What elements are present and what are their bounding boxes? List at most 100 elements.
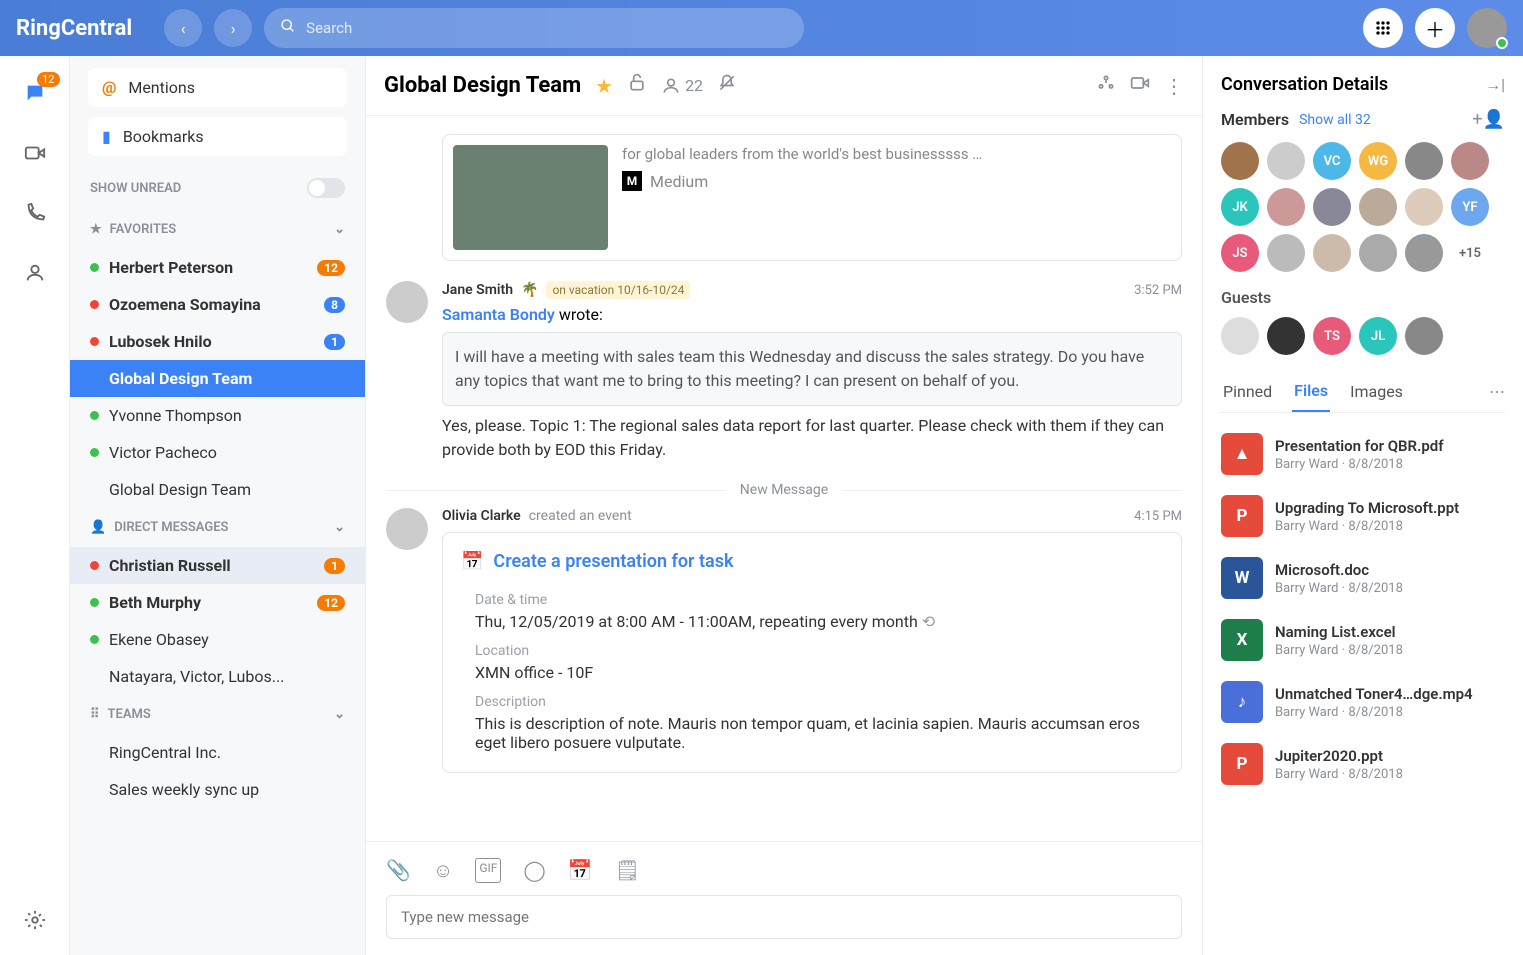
member-avatar[interactable] xyxy=(1267,188,1305,226)
tab-images[interactable]: Images xyxy=(1348,372,1405,411)
rail-video[interactable] xyxy=(20,138,50,168)
add-button[interactable]: ＋ xyxy=(1415,8,1455,48)
rail-phone[interactable] xyxy=(20,198,50,228)
presence-dot xyxy=(90,561,99,570)
file-type-icon: W xyxy=(1221,557,1263,599)
at-icon: @ xyxy=(102,78,116,97)
member-avatar[interactable] xyxy=(1267,234,1305,272)
sidebar-item[interactable]: Global Design Team xyxy=(70,360,365,397)
add-member-icon[interactable]: +👤 xyxy=(1472,109,1505,130)
event-datetime: Thu, 12/05/2019 at 8:00 AM - 11:00AM, re… xyxy=(475,612,918,631)
member-more[interactable]: +15 xyxy=(1451,234,1489,272)
more-icon[interactable]: ⋯ xyxy=(1489,382,1505,401)
member-avatar[interactable] xyxy=(1405,317,1443,355)
member-avatar[interactable] xyxy=(1221,142,1259,180)
sidebar-item[interactable]: Herbert Peterson12 xyxy=(70,249,365,286)
member-avatar[interactable] xyxy=(1267,317,1305,355)
message-input[interactable] xyxy=(386,895,1182,939)
member-avatar[interactable] xyxy=(1405,234,1443,272)
more-icon[interactable]: ⋮ xyxy=(1164,74,1184,98)
tab-files[interactable]: Files xyxy=(1292,371,1330,412)
file-item[interactable]: WMicrosoft.docBarry Ward · 8/8/2018 xyxy=(1221,547,1505,609)
topbar: RingCentral ‹ › ＋ xyxy=(0,0,1523,56)
member-avatar[interactable]: JL xyxy=(1359,317,1397,355)
teams-header[interactable]: ⠿TEAMS⌄ xyxy=(70,695,365,734)
sidebar-item[interactable]: Yvonne Thompson xyxy=(70,397,365,434)
sidebar-item[interactable]: Natayara, Victor, Lubos... xyxy=(70,658,365,695)
avatar[interactable] xyxy=(386,508,428,550)
user-avatar[interactable] xyxy=(1467,8,1507,48)
huddle-icon[interactable] xyxy=(1096,73,1116,98)
member-avatar[interactable] xyxy=(1359,234,1397,272)
member-avatar[interactable] xyxy=(1313,188,1351,226)
rail-chat[interactable]: 12 xyxy=(20,78,50,108)
member-avatar[interactable] xyxy=(1405,188,1443,226)
calendar-icon[interactable]: 📅 xyxy=(568,858,593,883)
tab-pinned[interactable]: Pinned xyxy=(1221,372,1274,411)
note-icon[interactable]: 🗒 xyxy=(615,858,640,883)
file-item[interactable]: ▲Presentation for QBR.pdfBarry Ward · 8/… xyxy=(1221,423,1505,485)
collapse-icon[interactable]: →| xyxy=(1485,75,1505,95)
dm-header[interactable]: 👤DIRECT MESSAGES⌄ xyxy=(70,508,365,547)
member-avatar[interactable]: JS xyxy=(1221,234,1259,272)
file-item[interactable]: ♪Unmatched Toner4…dge.mp4Barry Ward · 8/… xyxy=(1221,671,1505,733)
member-avatar[interactable] xyxy=(1359,188,1397,226)
details-panel: Conversation Details →| Members Show all… xyxy=(1203,56,1523,955)
quote-author[interactable]: Samanta Bondy xyxy=(442,305,555,324)
favorites-header[interactable]: ★FAVORITES⌄ xyxy=(70,210,365,249)
file-meta: Barry Ward · 8/8/2018 xyxy=(1275,767,1505,782)
sidebar-item[interactable]: Beth Murphy12 xyxy=(70,584,365,621)
sidebar-item[interactable]: RingCentral Inc. xyxy=(70,734,365,771)
avatar[interactable] xyxy=(386,281,428,323)
lock-open-icon[interactable] xyxy=(627,73,647,98)
member-avatar[interactable]: TS xyxy=(1313,317,1351,355)
nav-back-button[interactable]: ‹ xyxy=(164,9,202,47)
member-avatar[interactable]: VC xyxy=(1313,142,1351,180)
mute-icon[interactable] xyxy=(717,73,737,98)
rail-chat-badge: 12 xyxy=(37,72,59,87)
file-item[interactable]: XNaming List.excelBarry Ward · 8/8/2018 xyxy=(1221,609,1505,671)
search-wrap[interactable] xyxy=(264,8,804,48)
guests-label: Guests xyxy=(1221,288,1505,307)
bookmarks-button[interactable]: ▮Bookmarks xyxy=(88,117,347,156)
sidebar-item[interactable]: Ozoemena Somayina8 xyxy=(70,286,365,323)
member-avatar[interactable]: WG xyxy=(1359,142,1397,180)
member-avatar[interactable] xyxy=(1267,142,1305,180)
video-call-icon[interactable] xyxy=(1130,73,1150,98)
presence-dot xyxy=(90,448,99,457)
attach-icon[interactable]: 📎 xyxy=(386,858,411,883)
search-input[interactable] xyxy=(306,19,788,37)
member-avatar[interactable] xyxy=(1451,142,1489,180)
task-icon[interactable]: ◯ xyxy=(523,858,545,883)
emoji-icon[interactable]: ☺ xyxy=(433,858,453,883)
sidebar-item[interactable]: Lubosek Hnilo1 xyxy=(70,323,365,360)
favorite-star-icon[interactable]: ★ xyxy=(595,74,613,98)
file-item[interactable]: PUpgrading To Microsoft.pptBarry Ward · … xyxy=(1221,485,1505,547)
file-name: Microsoft.doc xyxy=(1275,561,1505,579)
member-avatar[interactable] xyxy=(1221,317,1259,355)
member-avatar[interactable]: YF xyxy=(1451,188,1489,226)
members-icon[interactable]: 22 xyxy=(661,76,703,96)
rail-settings[interactable] xyxy=(20,905,50,935)
show-unread-toggle[interactable] xyxy=(307,178,345,198)
mentions-button[interactable]: @Mentions xyxy=(88,68,347,107)
sidebar-item[interactable]: Victor Pacheco xyxy=(70,434,365,471)
conv-name: RingCentral Inc. xyxy=(109,743,221,762)
member-avatar[interactable]: JK xyxy=(1221,188,1259,226)
file-meta: Barry Ward · 8/8/2018 xyxy=(1275,457,1505,472)
link-preview-card[interactable]: for global leaders from the world's best… xyxy=(442,134,1182,261)
gif-icon[interactable]: GIF xyxy=(475,858,501,883)
member-avatar[interactable] xyxy=(1313,234,1351,272)
show-all-link[interactable]: Show all 32 xyxy=(1299,112,1371,128)
rail-contacts[interactable] xyxy=(20,258,50,288)
sidebar-item[interactable]: Christian Russell1 xyxy=(70,547,365,584)
sidebar-item[interactable]: Global Design Team xyxy=(70,471,365,508)
event-title[interactable]: 📅Create a presentation for task xyxy=(443,537,1181,586)
dialpad-button[interactable] xyxy=(1363,8,1403,48)
nav-forward-button[interactable]: › xyxy=(214,9,252,47)
sidebar-item[interactable]: Sales weekly sync up xyxy=(70,771,365,808)
conv-name: Sales weekly sync up xyxy=(109,780,259,799)
file-item[interactable]: PJupiter2020.pptBarry Ward · 8/8/2018 xyxy=(1221,733,1505,795)
member-avatar[interactable] xyxy=(1405,142,1443,180)
sidebar-item[interactable]: Ekene Obasey xyxy=(70,621,365,658)
